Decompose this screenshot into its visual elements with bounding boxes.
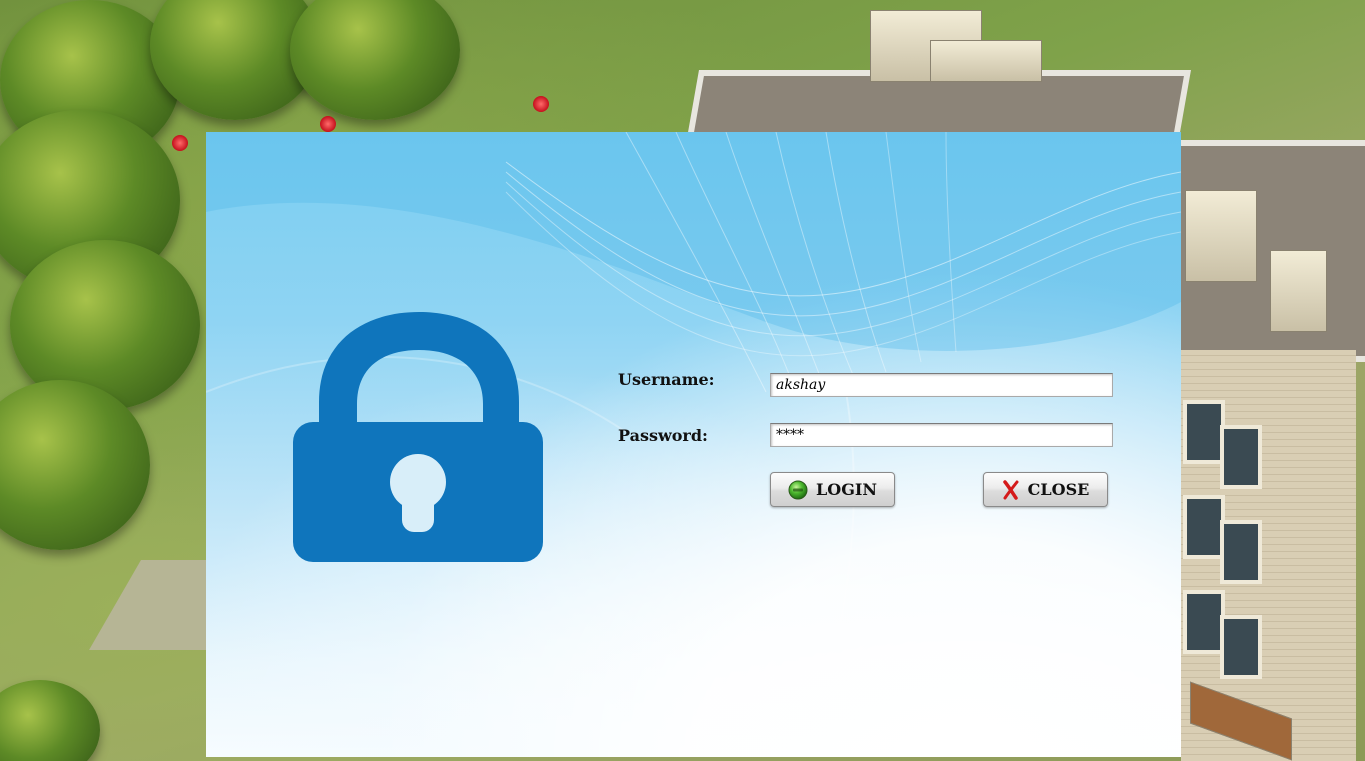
padlock-icon — [293, 312, 543, 562]
green-dot-icon — [788, 480, 808, 500]
roof-ac-unit — [930, 40, 1042, 82]
red-x-icon — [1002, 479, 1020, 500]
flower — [320, 116, 336, 132]
close-button[interactable]: CLOSE — [983, 472, 1108, 507]
close-button-label: CLOSE — [1027, 480, 1090, 499]
building-window — [1220, 520, 1262, 584]
username-label: Username: — [618, 370, 715, 389]
username-input[interactable] — [770, 373, 1113, 397]
login-button-label: LOGIN — [816, 480, 877, 499]
password-label: Password: — [618, 426, 708, 445]
tree-foliage — [0, 680, 100, 761]
flower — [533, 96, 549, 112]
building-window — [1183, 400, 1225, 464]
building-window — [1220, 615, 1262, 679]
building-window — [1183, 495, 1225, 559]
login-button[interactable]: LOGIN — [770, 472, 895, 507]
login-panel: Username: Password: LOGIN CLOSE — [206, 132, 1181, 757]
password-input[interactable] — [770, 423, 1113, 447]
tree-foliage — [290, 0, 460, 120]
building-window — [1183, 590, 1225, 654]
flower — [172, 135, 188, 151]
roof-ac-unit — [1185, 190, 1257, 282]
building-window — [1220, 425, 1262, 489]
roof-door — [1270, 250, 1327, 332]
